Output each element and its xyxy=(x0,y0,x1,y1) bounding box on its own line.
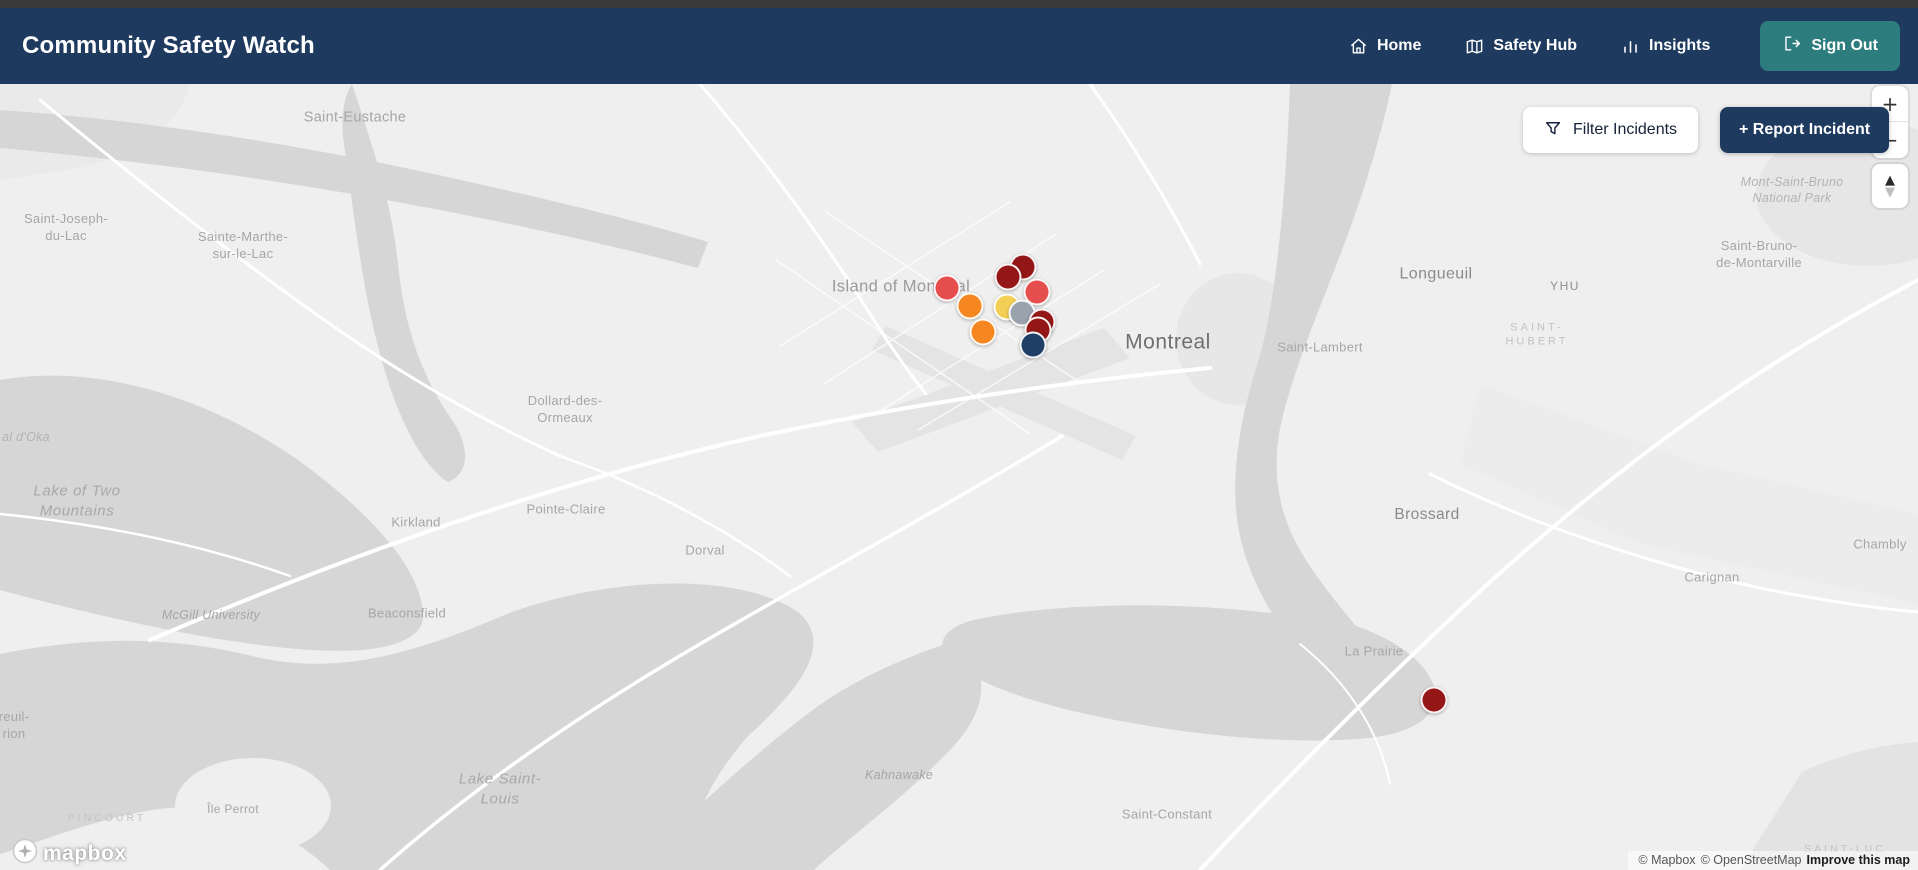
mapbox-logo-text: mapbox xyxy=(43,842,127,865)
map-attribution: © Mapbox © OpenStreetMap Improve this ma… xyxy=(1628,851,1918,870)
mapbox-logo-icon xyxy=(12,838,38,870)
incident-marker-orange[interactable] xyxy=(969,318,997,346)
attribution-mapbox-link[interactable]: © Mapbox xyxy=(1638,853,1695,867)
pitch-down-icon: ▼ xyxy=(1885,184,1895,200)
pitch-toggle-button[interactable]: ▲ ▼ xyxy=(1872,164,1908,208)
incident-marker-red[interactable] xyxy=(933,274,961,302)
sign-out-icon xyxy=(1782,34,1801,58)
incident-marker-darkred[interactable] xyxy=(994,263,1022,291)
incident-marker-darkred[interactable] xyxy=(1420,686,1448,714)
nav-insights-label: Insights xyxy=(1649,37,1711,54)
improve-map-link[interactable]: Improve this map xyxy=(1807,853,1911,867)
map-pitch-control: ▲ ▼ xyxy=(1872,164,1908,208)
bar-chart-icon xyxy=(1621,37,1640,56)
sign-out-label: Sign Out xyxy=(1811,37,1878,54)
map-canvas[interactable]: Saint-Eustache Saint-Joseph-du-Lac Sainte-… xyxy=(0,84,1918,870)
map-icon xyxy=(1465,37,1484,56)
app-title: Community Safety Watch xyxy=(22,32,315,59)
filter-icon xyxy=(1544,119,1562,142)
main-nav: Home Safety Hub Insights Sign Out xyxy=(1349,21,1900,71)
basemap xyxy=(0,84,1918,870)
incident-marker-navy[interactable] xyxy=(1019,331,1047,359)
attribution-osm-link[interactable]: © OpenStreetMap xyxy=(1701,853,1802,867)
report-incident-button[interactable]: + Report Incident xyxy=(1720,107,1890,153)
filter-incidents-button[interactable]: Filter Incidents xyxy=(1523,107,1699,153)
nav-home[interactable]: Home xyxy=(1349,37,1421,56)
home-icon xyxy=(1349,37,1368,56)
sign-out-button[interactable]: Sign Out xyxy=(1760,21,1900,71)
nav-home-label: Home xyxy=(1376,37,1422,54)
incident-marker-orange[interactable] xyxy=(956,292,984,320)
nav-safety-hub[interactable]: Safety Hub xyxy=(1465,37,1577,56)
filter-incidents-label: Filter Incidents xyxy=(1573,121,1678,138)
nav-insights[interactable]: Insights xyxy=(1621,37,1710,56)
mapbox-logo[interactable]: mapbox xyxy=(12,838,127,870)
window-chrome-strip xyxy=(0,0,1918,8)
nav-safety-hub-label: Safety Hub xyxy=(1493,37,1577,54)
app-header: Community Safety Watch Home Safety Hub I… xyxy=(0,8,1918,84)
